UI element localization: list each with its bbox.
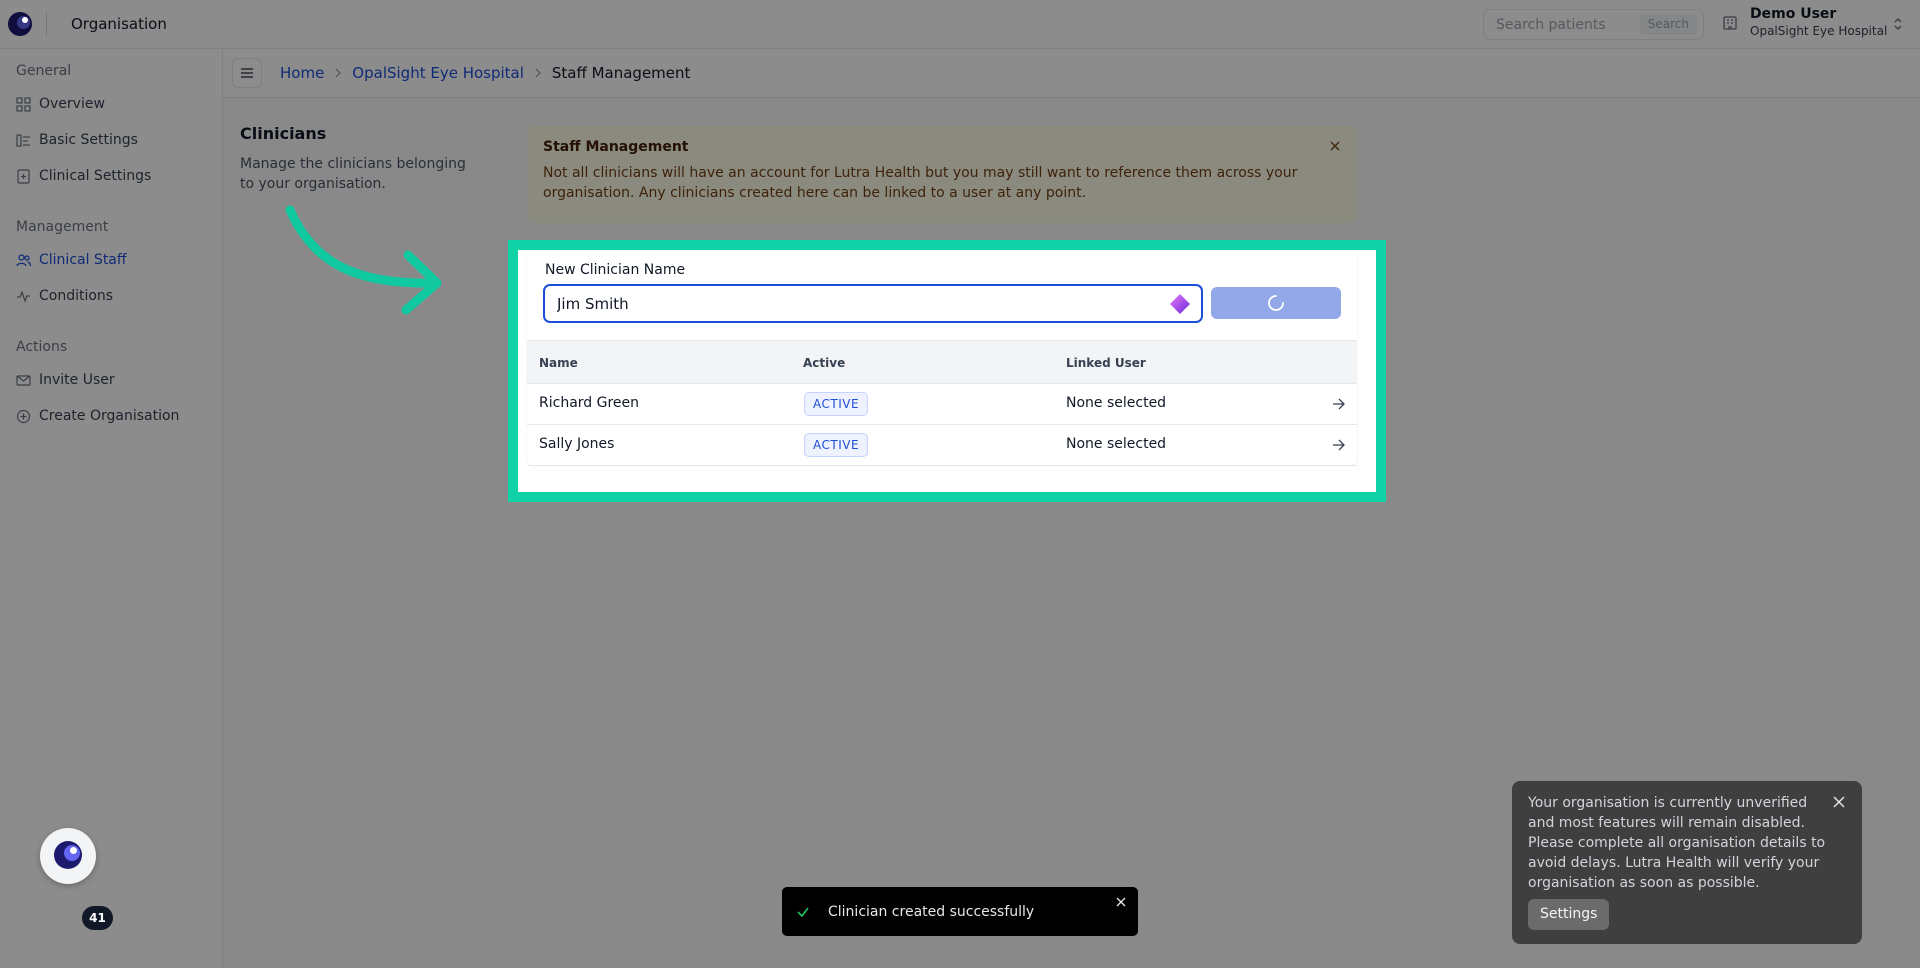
mail-icon [16, 374, 31, 386]
password-manager-icon[interactable] [1169, 293, 1191, 315]
sidebar-item-label: Clinical Staff [39, 252, 127, 268]
new-clinician-label: New Clinician Name [545, 262, 686, 278]
check-icon [797, 907, 809, 917]
sidebar-item-clinical-settings[interactable]: Clinical Settings [16, 165, 151, 187]
sidebar: General Overview Basic Settings Clinical… [0, 49, 223, 968]
info-text: Not all clinicians will have an account … [543, 165, 1298, 201]
breadcrumb: Home OpalSight Eye Hospital Staff Manage… [280, 64, 690, 82]
new-clinician-name-field [543, 284, 1203, 323]
menu-icon [241, 68, 253, 78]
new-clinician-name-input[interactable] [557, 294, 1137, 313]
sidebar-item-label: Create Organisation [39, 408, 180, 424]
patient-search: Search [1483, 9, 1704, 40]
loading-spinner-icon [1268, 295, 1284, 311]
sidebar-item-label: Basic Settings [39, 132, 138, 148]
chevron-right-icon [535, 68, 541, 78]
sidebar-item-label: Invite User [39, 372, 115, 388]
sidebar-item-invite-user[interactable]: Invite User [16, 369, 115, 391]
clinicians-title: Clinicians [240, 124, 327, 143]
patient-search-input[interactable] [1496, 16, 1636, 33]
create-clinician-button[interactable] [1211, 287, 1341, 319]
sidebar-section-management: Management [16, 219, 109, 235]
chevron-up-down-icon[interactable] [1892, 16, 1904, 32]
linked-user: None selected [1066, 395, 1167, 411]
sidebar-item-label: Overview [39, 96, 105, 112]
info-title: Staff Management [543, 139, 689, 155]
clinician-name: Richard Green [539, 395, 640, 411]
top-bar-title: Organisation [71, 15, 167, 33]
user-menu[interactable]: Demo User OpalSight Eye Hospital [1722, 6, 1887, 39]
sidebar-item-conditions[interactable]: Conditions [16, 285, 113, 307]
sidebar-item-basic-settings[interactable]: Basic Settings [16, 129, 138, 151]
sliders-icon [16, 133, 30, 147]
table-row[interactable]: Sally Jones ACTIVE None selected [527, 425, 1357, 466]
new-clinician-card: New Clinician Name Name Active Linked Us… [527, 250, 1357, 466]
close-icon[interactable] [1329, 140, 1341, 152]
top-bar: Organisation Search Demo User OpalSight … [0, 0, 1920, 49]
column-header-name: Name [539, 356, 578, 370]
success-toast: Clinician created successfully [782, 887, 1138, 936]
clinician-name: Sally Jones [539, 436, 615, 452]
status-badge: ACTIVE [804, 433, 869, 457]
verification-notice: Your organisation is currently unverifie… [1512, 781, 1862, 944]
clinicians-table-header: Name Active Linked User [527, 340, 1357, 384]
sidebar-section-actions: Actions [16, 339, 68, 355]
table-row[interactable]: Richard Green ACTIVE None selected [527, 384, 1357, 425]
linked-user: None selected [1066, 436, 1167, 452]
sidebar-section-general: General [16, 63, 72, 79]
close-icon[interactable] [1116, 897, 1126, 907]
breadcrumb-bar: Home OpalSight Eye Hospital Staff Manage… [223, 49, 1920, 98]
arrow-right-icon[interactable] [1332, 398, 1345, 410]
staff-management-info: Staff Management Not all clinicians will… [527, 126, 1357, 223]
top-bar-divider [46, 12, 47, 36]
breadcrumb-home[interactable]: Home [280, 64, 324, 82]
sidebar-item-label: Clinical Settings [39, 168, 152, 184]
user-info: Demo User OpalSight Eye Hospital [1750, 6, 1887, 39]
grid-icon [16, 96, 31, 112]
column-header-active: Active [803, 356, 846, 370]
toast-message: Clinician created successfully [828, 903, 1035, 920]
sidebar-toggle-button[interactable] [232, 58, 262, 88]
curved-arrow-icon [285, 205, 442, 315]
notification-count-badge: 41 [82, 906, 113, 930]
arrow-right-icon[interactable] [1332, 439, 1345, 451]
user-name: Demo User [1750, 6, 1837, 22]
sidebar-item-clinical-staff[interactable]: Clinical Staff [16, 249, 127, 271]
settings-button[interactable]: Settings [1528, 899, 1610, 930]
sidebar-item-overview[interactable]: Overview [16, 93, 105, 115]
status-badge: ACTIVE [804, 392, 869, 416]
close-icon[interactable] [1832, 795, 1846, 809]
app-logo-icon[interactable] [8, 12, 32, 36]
notice-text: Your organisation is currently unverifie… [1528, 795, 1826, 891]
building-icon [1723, 15, 1737, 30]
clinicians-description: Manage the clinicians belonging to your … [240, 156, 466, 192]
help-widget-avatar[interactable] [40, 828, 96, 884]
activity-icon [17, 289, 30, 303]
user-organisation: OpalSight Eye Hospital [1750, 24, 1888, 38]
patient-search-button[interactable]: Search [1639, 14, 1697, 35]
sidebar-item-create-organisation[interactable]: Create Organisation [16, 405, 179, 427]
column-header-linked-user: Linked User [1066, 356, 1146, 370]
sidebar-item-label: Conditions [39, 288, 114, 304]
clipboard-icon [17, 168, 30, 184]
users-icon [16, 253, 31, 266]
breadcrumb-current: Staff Management [551, 64, 691, 82]
help-widget-logo-icon [54, 841, 82, 869]
breadcrumb-organisation[interactable]: OpalSight Eye Hospital [352, 64, 524, 82]
plus-circle-icon [16, 409, 31, 423]
chevron-right-icon [335, 68, 342, 78]
